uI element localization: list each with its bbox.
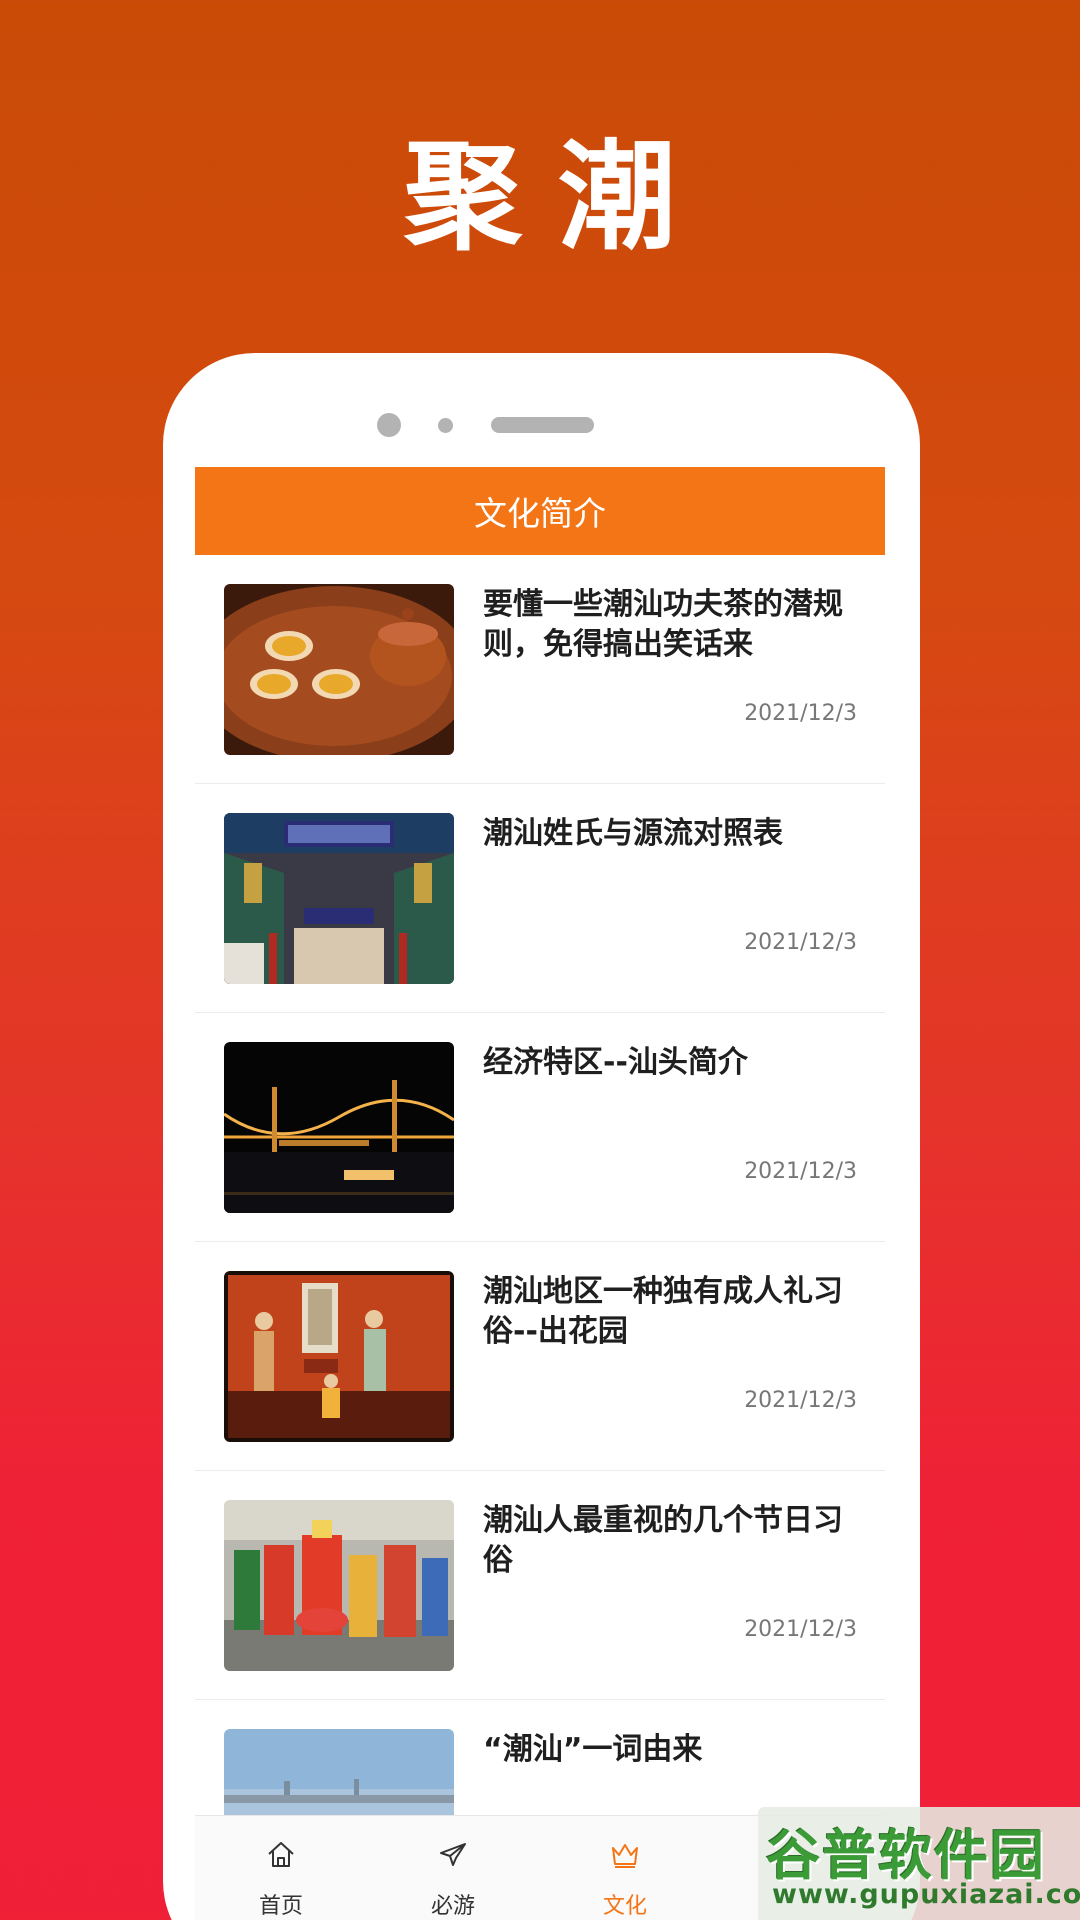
tab-culture-label: 文化 xyxy=(602,1894,647,1919)
article-date: 2021/12/3 xyxy=(744,930,857,955)
tab-must-visit[interactable]: 必游 xyxy=(367,1816,539,1920)
article-title: 潮汕人最重视的几个节日习俗 xyxy=(483,1503,843,1578)
watermark-logo: 谷普软件园 www.gupuxiazai.com xyxy=(758,1807,1080,1920)
page-title: 文化简介 xyxy=(195,467,885,555)
front-camera xyxy=(377,413,401,437)
tab-culture[interactable]: 文化 xyxy=(539,1816,711,1920)
article-thumbnail-festivals xyxy=(224,1500,454,1671)
article-date: 2021/12/3 xyxy=(744,1388,857,1413)
home-icon xyxy=(195,1838,367,1874)
article-item-shantou[interactable]: 经济特区--汕头简介 2021/12/3 xyxy=(195,1013,885,1242)
tab-home[interactable]: 首页 xyxy=(195,1816,367,1920)
article-title: 潮汕地区一种独有成人礼习俗--出花园 xyxy=(483,1274,843,1349)
tab-must-visit-label: 必游 xyxy=(430,1894,475,1919)
proximity-sensor xyxy=(438,418,453,433)
crown-icon xyxy=(539,1838,711,1874)
article-title: 要懂一些潮汕功夫茶的潜规则，免得搞出笑话来 xyxy=(483,587,843,662)
article-title: 经济特区--汕头简介 xyxy=(483,1045,748,1080)
article-date: 2021/12/3 xyxy=(744,1617,857,1642)
article-title: 潮汕姓氏与源流对照表 xyxy=(483,816,783,851)
article-item-surnames[interactable]: 潮汕姓氏与源流对照表 2021/12/3 xyxy=(195,784,885,1013)
article-date: 2021/12/3 xyxy=(744,1159,857,1184)
article-date: 2021/12/3 xyxy=(744,701,857,726)
article-thumbnail-coming-of-age xyxy=(224,1271,454,1442)
article-thumbnail-surnames xyxy=(224,813,454,984)
plane-icon xyxy=(367,1838,539,1874)
article-list: 要懂一些潮汕功夫茶的潜规则，免得搞出笑话来 2021/12/3 潮汕姓氏与源流对… xyxy=(195,555,885,1920)
watermark-url: www.gupuxiazai.com xyxy=(772,1879,1080,1910)
earpiece-speaker xyxy=(491,417,594,433)
tab-home-label: 首页 xyxy=(258,1894,303,1919)
article-item-tea[interactable]: 要懂一些潮汕功夫茶的潜规则，免得搞出笑话来 2021/12/3 xyxy=(195,555,885,784)
article-thumbnail-shantou xyxy=(224,1042,454,1213)
article-title: “潮汕”一词由来 xyxy=(483,1732,703,1767)
article-item-coming-of-age[interactable]: 潮汕地区一种独有成人礼习俗--出花园 2021/12/3 xyxy=(195,1242,885,1471)
promo-title: 聚潮 xyxy=(403,128,712,266)
phone-mockup: 文化简介 要懂一些潮汕功夫茶的潜规则，免得搞出笑话来 2021/12/3 潮汕姓… xyxy=(163,353,920,1920)
article-item-festivals[interactable]: 潮汕人最重视的几个节日习俗 2021/12/3 xyxy=(195,1471,885,1700)
article-thumbnail-tea xyxy=(224,584,454,755)
